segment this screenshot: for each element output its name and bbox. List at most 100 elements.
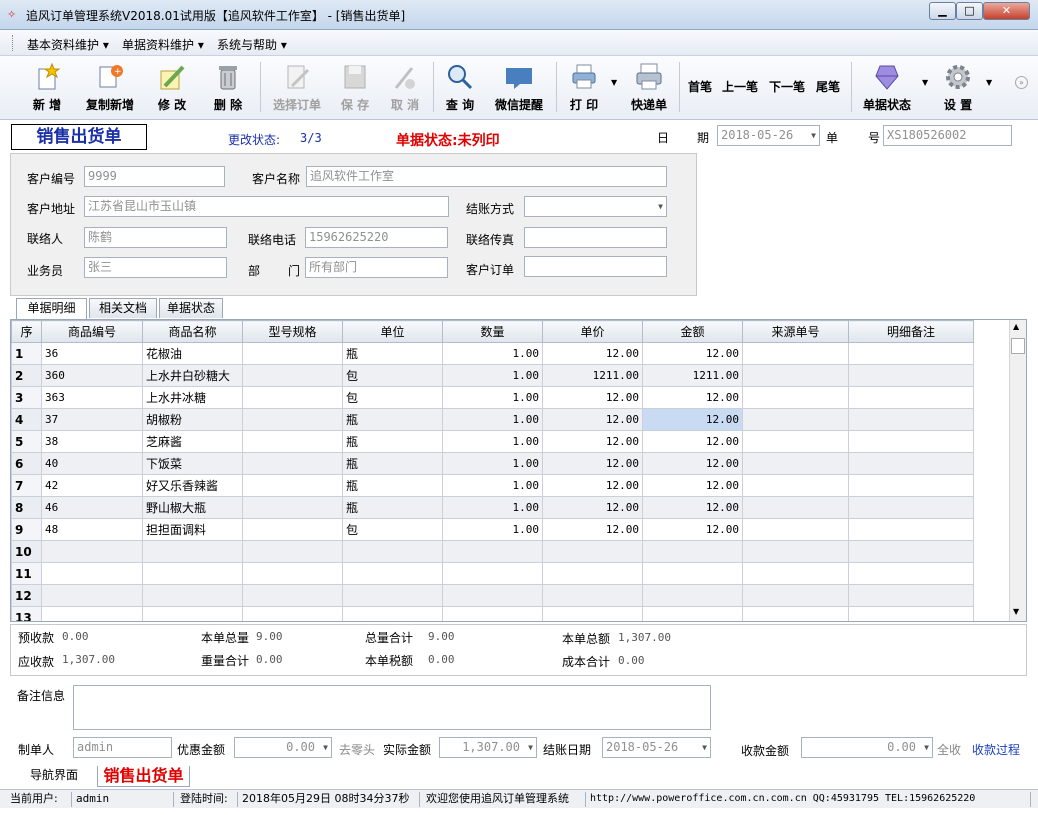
discount-field[interactable]: 0.00 ▼	[234, 737, 332, 758]
cell-price[interactable]: 12.00	[542, 452, 643, 475]
settle-date-field[interactable]: 2018-05-26 ▼	[602, 737, 711, 758]
cell-unit[interactable]	[342, 540, 443, 563]
toolbar-options-icon[interactable]: »	[1015, 76, 1028, 89]
cell-code[interactable]	[41, 562, 143, 585]
cell-unit[interactable]: 包	[342, 518, 443, 541]
tab-navigation[interactable]: 导航界面	[14, 766, 94, 787]
cell-amount[interactable]: 12.00	[642, 452, 743, 475]
cell-price[interactable]: 12.00	[542, 342, 643, 365]
cell-name[interactable]	[142, 540, 243, 563]
cell-note[interactable]	[848, 474, 974, 497]
column-header[interactable]: 来源单号	[742, 320, 849, 343]
cell-code[interactable]: 46	[41, 496, 143, 519]
cell-source[interactable]	[742, 386, 849, 409]
cell-source[interactable]	[742, 452, 849, 475]
table-row[interactable]: 6 40 下饭菜瓶 1.00 12.00 12.00	[11, 452, 974, 475]
cell-unit[interactable]: 瓶	[342, 496, 443, 519]
cell-qty[interactable]	[442, 562, 543, 585]
next-record-button[interactable]: 下一笔	[769, 78, 805, 95]
cell-price[interactable]: 12.00	[542, 386, 643, 409]
cell-unit[interactable]	[342, 606, 443, 621]
cell-note[interactable]	[848, 518, 974, 541]
cell-spec[interactable]	[242, 452, 343, 475]
receipt-process-link[interactable]: 收款过程	[972, 741, 1020, 758]
cell-idx[interactable]: 7	[11, 474, 42, 497]
table-row[interactable]: 3 363 上水井冰糖包 1.00 12.00 12.00	[11, 386, 974, 409]
cell-name[interactable]: 好又乐香辣酱	[142, 474, 243, 497]
cell-code[interactable]	[41, 606, 143, 621]
copy-new-button[interactable]: + 复制新增	[80, 60, 140, 116]
cell-amount[interactable]: 12.00	[642, 342, 743, 365]
print-dropdown-arrow[interactable]: ▼	[611, 78, 617, 87]
wechat-button[interactable]: 微信提醒	[488, 60, 550, 116]
cell-idx[interactable]: 10	[11, 540, 42, 563]
cell-spec[interactable]	[242, 540, 343, 563]
cell-source[interactable]	[742, 364, 849, 387]
cell-unit[interactable]: 瓶	[342, 408, 443, 431]
cell-spec[interactable]	[242, 584, 343, 607]
cell-qty[interactable]: 1.00	[442, 430, 543, 453]
customer-name-field[interactable]: 追风软件工作室	[306, 166, 667, 187]
table-row[interactable]: 9 48 担担面调料包 1.00 12.00 12.00	[11, 518, 974, 541]
cell-price[interactable]	[542, 606, 643, 621]
cell-amount[interactable]: 12.00	[642, 518, 743, 541]
cell-spec[interactable]	[242, 408, 343, 431]
table-row[interactable]: 1 36 花椒油瓶 1.00 12.00 12.00	[11, 342, 974, 365]
cell-qty[interactable]: 1.00	[442, 452, 543, 475]
doc-status-button[interactable]: 单据状态	[856, 60, 918, 116]
grid-scrollbar[interactable]: ▲ ▼	[1009, 320, 1026, 621]
column-header[interactable]: 商品名称	[142, 320, 243, 343]
cell-unit[interactable]	[342, 562, 443, 585]
cell-qty[interactable]	[442, 540, 543, 563]
cell-unit[interactable]	[342, 584, 443, 607]
column-header[interactable]: 商品编号	[41, 320, 143, 343]
cell-source[interactable]	[742, 342, 849, 365]
cell-note[interactable]	[848, 584, 974, 607]
cell-source[interactable]	[742, 518, 849, 541]
cell-amount[interactable]: 12.00	[642, 430, 743, 453]
cell-price[interactable]: 1211.00	[542, 364, 643, 387]
cell-spec[interactable]	[242, 496, 343, 519]
cell-source[interactable]	[742, 430, 849, 453]
cell-amount[interactable]: 12.00	[642, 408, 743, 431]
dept-field[interactable]: 所有部门	[305, 257, 448, 278]
cell-source[interactable]	[742, 474, 849, 497]
receive-all-button[interactable]: 全收	[937, 741, 961, 758]
fax-field[interactable]	[524, 227, 667, 248]
cell-name[interactable]	[142, 606, 243, 621]
scroll-up-icon[interactable]: ▲	[1013, 322, 1019, 331]
close-button[interactable]: ✕	[983, 2, 1030, 20]
cell-code[interactable]	[41, 584, 143, 607]
cell-idx[interactable]: 5	[11, 430, 42, 453]
cell-code[interactable]: 360	[41, 364, 143, 387]
cell-spec[interactable]	[242, 364, 343, 387]
delete-button[interactable]: 删 除	[197, 60, 259, 116]
cell-source[interactable]	[742, 562, 849, 585]
cell-amount[interactable]	[642, 606, 743, 621]
cell-code[interactable]: 42	[41, 474, 143, 497]
cell-name[interactable]: 下饭菜	[142, 452, 243, 475]
print-button[interactable]: 打 印	[553, 60, 615, 116]
column-header[interactable]: 明细备注	[848, 320, 974, 343]
cell-note[interactable]	[848, 606, 974, 621]
cell-name[interactable]: 野山椒大瓶	[142, 496, 243, 519]
cell-name[interactable]	[142, 584, 243, 607]
cell-spec[interactable]	[242, 474, 343, 497]
cell-price[interactable]	[542, 562, 643, 585]
cell-unit[interactable]: 瓶	[342, 474, 443, 497]
contact-field[interactable]: 陈鹤	[84, 227, 227, 248]
cell-qty[interactable]: 1.00	[442, 364, 543, 387]
cell-name[interactable]: 芝麻酱	[142, 430, 243, 453]
cell-spec[interactable]	[242, 430, 343, 453]
cell-amount[interactable]	[642, 562, 743, 585]
cell-source[interactable]	[742, 584, 849, 607]
column-header[interactable]: 序	[11, 320, 42, 343]
customer-address-field[interactable]: 江苏省昆山市玉山镇	[84, 196, 449, 217]
cell-price[interactable]	[542, 584, 643, 607]
cell-qty[interactable]: 1.00	[442, 518, 543, 541]
cell-idx[interactable]: 11	[11, 562, 42, 585]
express-button[interactable]: 快递单	[618, 60, 680, 116]
cell-qty[interactable]	[442, 606, 543, 621]
cell-idx[interactable]: 1	[11, 342, 42, 365]
doc-number-field[interactable]: XS180526002	[883, 125, 1012, 146]
